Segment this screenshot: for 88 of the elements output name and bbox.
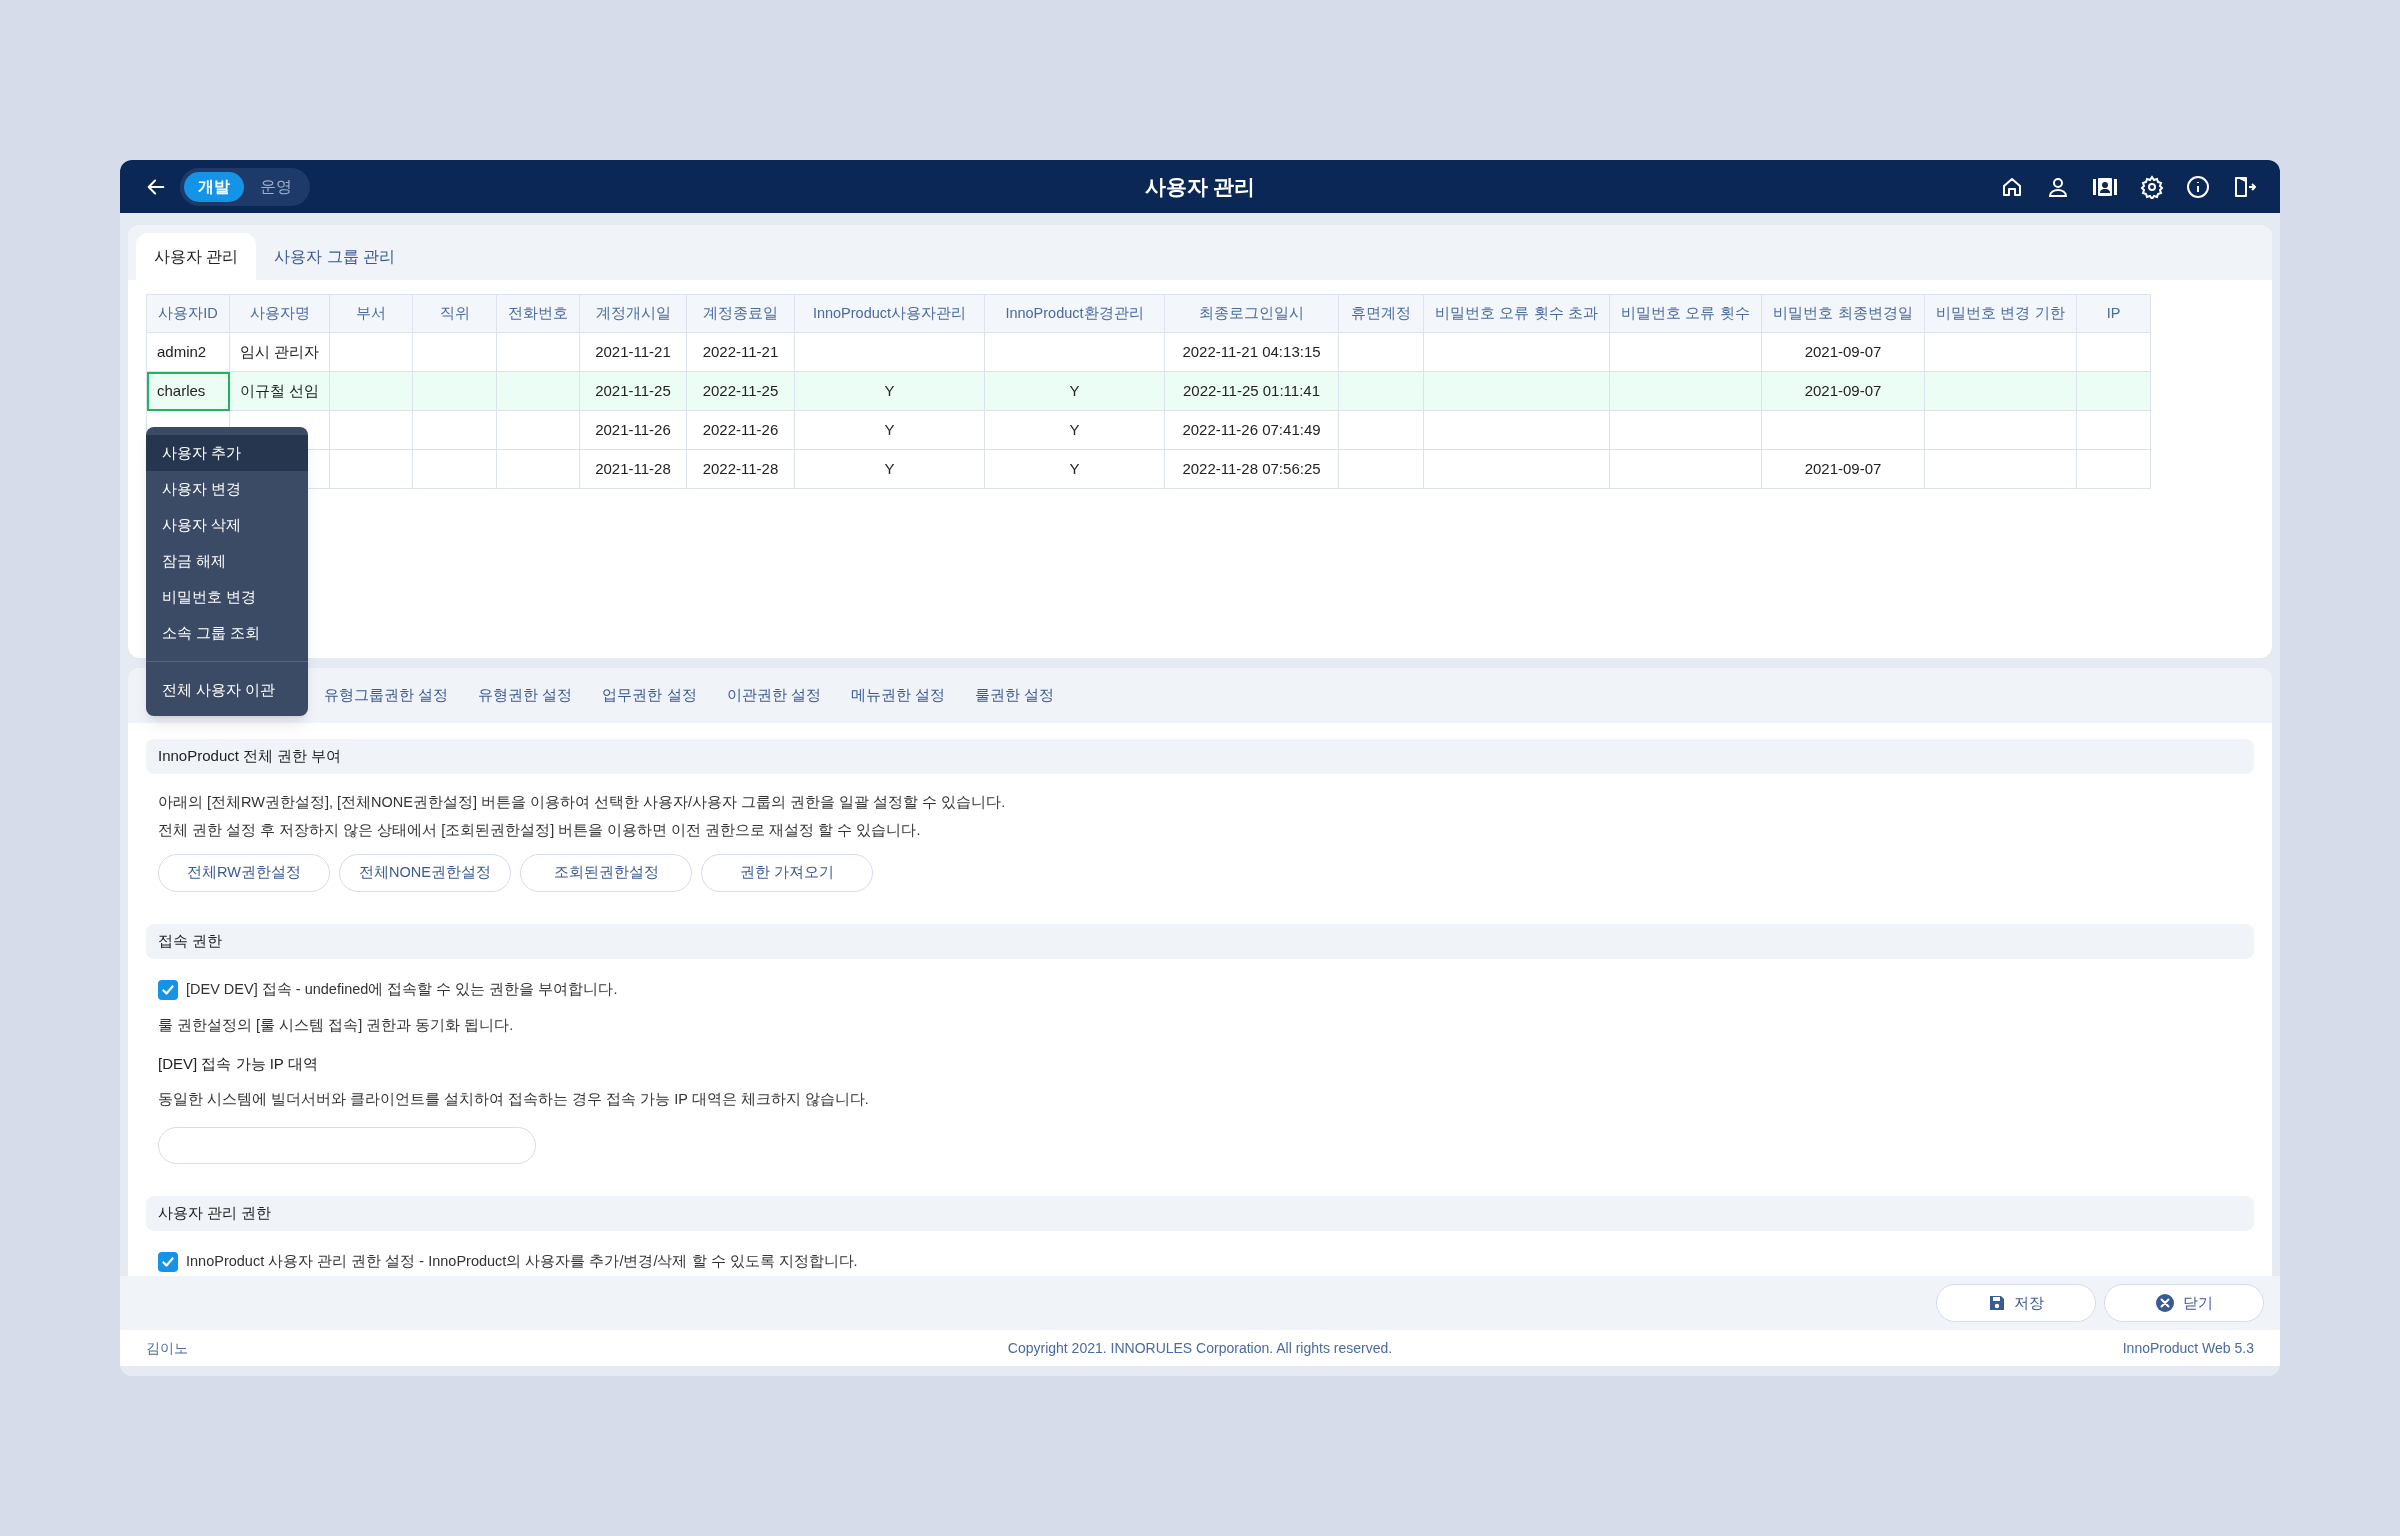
column-header[interactable]: 계정개시일 — [579, 294, 687, 333]
user-name: 김이노 — [146, 1338, 188, 1358]
table-row[interactable]: admin2 임시 관리자 2021-11-21 2022-11-21 2022-11-21 04:13:15 2021-09-07 — [146, 332, 2151, 372]
column-header[interactable]: 비밀번호 오류 횟수 — [1609, 294, 1762, 333]
description-text: 동일한 시스템에 빌더서버와 클라이언트를 설치하여 접속하는 경우 접속 가능 IP 대역은 체크하지 않습니다. — [158, 1090, 870, 1109]
table-cell: 2022-11-21 — [702, 342, 779, 360]
tab[interactable]: 메뉴권한 설정 — [850, 684, 945, 707]
tab[interactable]: 유형권한 설정 — [478, 684, 573, 707]
column-header[interactable]: 비밀번호 오류 횟수 초과 — [1423, 294, 1610, 333]
column-header[interactable]: 부서 — [329, 294, 413, 333]
close-button[interactable]: 닫기 — [2104, 1284, 2264, 1322]
table-cell: Y — [1069, 420, 1080, 438]
table-cell: Y — [884, 420, 895, 438]
table-cell: charles — [157, 381, 206, 399]
tab[interactable]: 사용자 그룹 관리 — [256, 233, 414, 280]
check-icon — [161, 1255, 175, 1269]
description-text: 전체 권한 설정 후 저장하지 않은 상태에서 [조회된권한설정] 버튼을 이용하면 이전 권한으로 재설정 할 수 있습니다. — [158, 821, 922, 840]
menu-item[interactable]: 비밀번호 변경 — [146, 579, 308, 615]
table-cell: 2022-11-26 07:41:49 — [1182, 420, 1321, 438]
close-icon — [2155, 1293, 2175, 1313]
menu-item[interactable]: 사용자 추가 — [146, 435, 308, 471]
tab[interactable]: 유형그룹권한 설정 — [324, 684, 449, 707]
menu-item[interactable]: 잠금 해제 — [146, 543, 308, 579]
description-text: 룰 권한설정의 [룰 시스템 접속] 권한과 동기화 됩니다. — [158, 1016, 515, 1035]
table-cell: 임시 관리자 — [240, 342, 320, 360]
table-cell: 2022-11-26 — [702, 420, 779, 438]
column-header[interactable]: 비밀번호 변경 기한 — [1924, 294, 2077, 333]
tab[interactable]: 이관권한 설정 — [726, 684, 821, 707]
checkbox[interactable] — [158, 980, 178, 1000]
table-cell: 2021-09-07 — [1804, 342, 1882, 360]
permission-button[interactable]: 전체NONE권한설정 — [339, 854, 511, 892]
table-cell: 2022-11-25 — [702, 381, 779, 399]
table-cell: Y — [1069, 459, 1080, 477]
table-cell: Y — [1069, 381, 1080, 399]
table-cell: 2022-11-28 07:56:25 — [1182, 459, 1321, 477]
copyright-text: Copyright 2021. INNORULES Corporation. All rights reserved. — [1006, 1338, 1394, 1358]
tab[interactable]: 룰권한 설정 — [974, 684, 1055, 707]
subheading: [DEV] 접속 가능 IP 대역 — [158, 1054, 319, 1074]
permission-button[interactable]: 전체RW권한설정 — [158, 854, 330, 892]
table-cell: 2021-09-07 — [1804, 459, 1882, 477]
check-icon — [161, 983, 175, 997]
section-title: 사용자 관리 권한 — [158, 1203, 272, 1224]
table-cell: Y — [884, 381, 895, 399]
tab[interactable]: 업무권한 설정 — [602, 684, 697, 707]
column-header[interactable]: 직위 — [412, 294, 497, 333]
table-cell: admin2 — [157, 342, 207, 360]
table-cell: 2022-11-21 04:13:15 — [1182, 342, 1321, 360]
window-title: 사용자 관리 — [1143, 173, 1257, 200]
section-title: 접속 권한 — [158, 931, 223, 952]
column-header[interactable]: 비밀번호 최종변경일 — [1761, 294, 1925, 333]
table-cell: 2022-11-25 01:11:41 — [1182, 381, 1321, 399]
table-row[interactable]: charles 이규철 선임 2021-11-25 2022-11-25 Y Y 2022-11-25 01:11:41 2021-09-07 — [146, 371, 2151, 411]
column-header[interactable]: 최종로그인일시 — [1164, 294, 1339, 333]
environment-option[interactable]: 운영 — [246, 171, 306, 202]
settings-icon[interactable] — [2140, 174, 2164, 199]
column-header[interactable]: InnoProduct환경관리 — [984, 294, 1165, 333]
checkbox-label: InnoProduct 사용자 관리 권한 설정 - InnoProduct의 사용자를 추가/변경/삭제 할 수 있도록 지정합니다. — [186, 1252, 858, 1272]
table-cell: 이규철 선임 — [240, 381, 320, 399]
logout-icon[interactable] — [2232, 174, 2256, 199]
column-header[interactable]: 사용자ID — [146, 294, 230, 333]
column-header[interactable]: 사용자명 — [229, 294, 330, 333]
permission-button[interactable]: 조회된권한설정 — [520, 854, 692, 892]
save-button[interactable]: 저장 — [1936, 1284, 2096, 1322]
column-header[interactable]: 휴면계정 — [1338, 294, 1424, 333]
menu-item[interactable]: 사용자 삭제 — [146, 507, 308, 543]
section-title: InnoProduct 전체 권한 부여 — [158, 746, 342, 767]
table-cell: Y — [884, 459, 895, 477]
table-cell: 2021-11-28 — [595, 459, 671, 477]
column-header[interactable]: 전화번호 — [496, 294, 580, 333]
column-header[interactable]: InnoProduct사용자관리 — [794, 294, 985, 333]
table-cell: 2021-11-25 — [595, 381, 671, 399]
ip-range-field[interactable] — [158, 1127, 536, 1164]
table-cell: 2021-11-26 — [595, 420, 671, 438]
menu-item[interactable]: 소속 그룹 조회 — [146, 615, 308, 651]
version-text: InnoProduct Web 5.3 — [2122, 1338, 2254, 1358]
column-header[interactable]: 계정종료일 — [686, 294, 795, 333]
table-cell: 2021-11-21 — [595, 342, 671, 360]
permission-button[interactable]: 권한 가져오기 — [701, 854, 873, 892]
info-icon[interactable] — [2186, 174, 2210, 199]
tab[interactable]: 사용자 관리 — [136, 233, 257, 280]
description-text: 아래의 [전체RW권한설정], [전체NONE권한설정] 버튼을 이용하여 선택한 사용자/사용자 그룹의 권한을 일괄 설정할 수 있습니다. — [158, 793, 1007, 812]
environment-option[interactable]: 개발 — [184, 171, 244, 202]
checkbox-label: [DEV DEV] 접속 - undefined에 접속할 수 있는 권한을 부여합니다. — [186, 980, 618, 1000]
checkbox[interactable] — [158, 1252, 178, 1272]
column-header[interactable]: IP — [2076, 294, 2151, 333]
table-cell: 2021-09-07 — [1804, 381, 1882, 399]
menu-item[interactable]: 전체 사용자 이관 — [146, 672, 308, 708]
table-cell: 2022-11-28 — [702, 459, 779, 477]
